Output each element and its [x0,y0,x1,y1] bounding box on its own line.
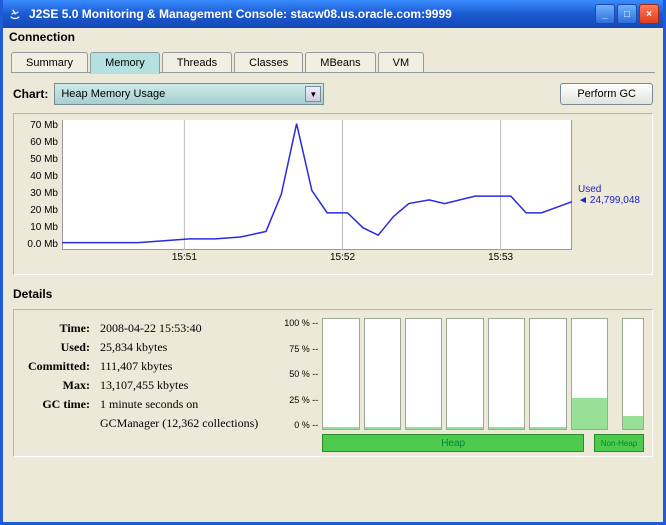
pool-bar-nonheap[interactable] [622,318,644,430]
detail-val-gctime1: 1 minute seconds on [96,396,262,413]
line-chart: 15:5115:5215:53 [62,120,572,270]
detail-val-used: 25,834 kbytes [96,339,262,356]
tab-memory[interactable]: Memory [90,52,160,74]
chart-legend: Used ◄24,799,048 [572,120,640,270]
window-buttons: _ □ × [595,4,659,24]
detail-key-time: Time: [24,320,94,337]
java-icon [7,6,23,22]
detail-key-committed: Committed: [24,358,94,375]
tabstrip: Summary Memory Threads Classes MBeans VM [3,46,663,73]
tab-summary[interactable]: Summary [11,52,88,73]
heap-group-label[interactable]: Heap [322,434,584,452]
menu-connection[interactable]: Connection [9,30,75,44]
close-button[interactable]: × [639,4,659,24]
pool-bar[interactable] [571,318,608,430]
legend-series-name: Used [578,184,601,195]
tab-vm[interactable]: VM [378,52,425,73]
maximize-button[interactable]: □ [617,4,637,24]
minimize-button[interactable]: _ [595,4,615,24]
pool-bar[interactable] [405,318,442,430]
pool-bars [322,318,644,430]
pool-bar[interactable] [488,318,525,430]
pool-bar[interactable] [529,318,566,430]
perform-gc-button[interactable]: Perform GC [560,83,653,105]
detail-key-gctime: GC time: [24,396,94,413]
detail-val-committed: 111,407 kbytes [96,358,262,375]
tab-classes[interactable]: Classes [234,52,303,73]
pool-bars-panel: 100 % --75 % --50 % --25 % --0 % -- Heap… [280,318,644,448]
chart-label: Chart: [13,87,48,101]
pool-group-labels: Heap Non-Heap [322,434,644,452]
detail-val-gctime2: GCManager (12,362 collections) [96,415,262,432]
chevron-down-icon: ▼ [305,86,321,102]
pool-y-axis: 100 % --75 % --50 % --25 % --0 % -- [280,318,322,430]
tab-mbeans[interactable]: MBeans [305,52,375,73]
legend-value: 24,799,048 [590,195,640,206]
details-text: Time:2008-04-22 15:53:40 Used:25,834 kby… [22,318,264,448]
pool-bar[interactable] [446,318,483,430]
pool-bar[interactable] [322,318,359,430]
window-title: J2SE 5.0 Monitoring & Management Console… [29,7,595,21]
detail-key-max: Max: [24,377,94,394]
pool-bar[interactable] [364,318,401,430]
y-axis: 70 Mb60 Mb50 Mb40 Mb30 Mb20 Mb10 Mb0.0 M… [20,120,62,250]
line-chart-panel: 70 Mb60 Mb50 Mb40 Mb30 Mb20 Mb10 Mb0.0 M… [13,113,653,275]
nonheap-group-label[interactable]: Non-Heap [594,434,644,452]
titlebar[interactable]: J2SE 5.0 Monitoring & Management Console… [3,0,663,28]
triangle-left-icon: ◄ [578,195,588,206]
tab-content: Chart: Heap Memory Usage ▼ Perform GC 70… [3,73,663,522]
details-panel: Time:2008-04-22 15:53:40 Used:25,834 kby… [13,309,653,457]
app-window: J2SE 5.0 Monitoring & Management Console… [0,0,666,525]
details-heading: Details [13,287,653,301]
detail-val-time: 2008-04-22 15:53:40 [96,320,262,337]
chart-select-value: Heap Memory Usage [61,88,165,100]
tab-threads[interactable]: Threads [162,52,232,73]
menubar: Connection [3,28,663,46]
chart-select[interactable]: Heap Memory Usage ▼ [54,83,324,105]
detail-key-used: Used: [24,339,94,356]
detail-val-max: 13,107,455 kbytes [96,377,262,394]
chart-controls: Chart: Heap Memory Usage ▼ Perform GC [13,83,653,105]
